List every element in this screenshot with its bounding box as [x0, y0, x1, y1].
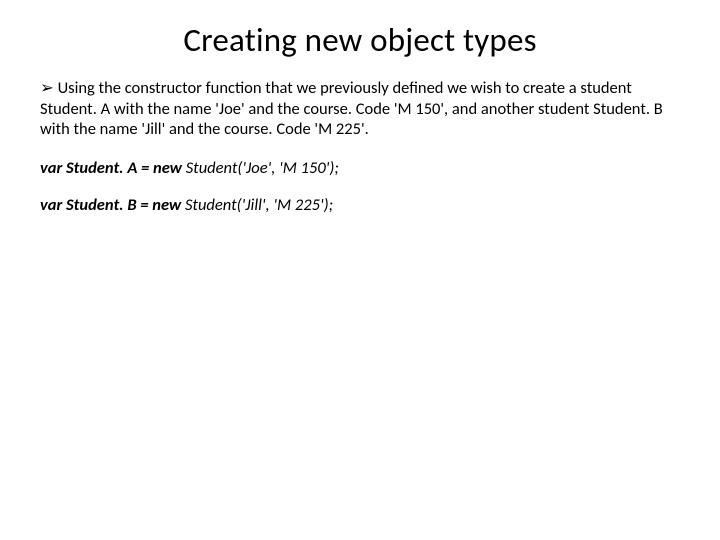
code-lead: var Student. A = new: [40, 158, 186, 178]
code-rest: Student('Joe', 'M 150');: [186, 158, 339, 178]
code-line: var Student. A = new Student('Joe', 'M 1…: [40, 158, 680, 179]
code-lead: var Student. B = new: [40, 195, 185, 215]
bullet-text: Using the constructor function that we p…: [40, 78, 663, 139]
slide: Creating new object types ➢ Using the co…: [0, 0, 720, 540]
code-line: var Student. B = new Student('Jill', 'M …: [40, 195, 680, 216]
bullet-item: ➢ Using the constructor function that we…: [40, 78, 680, 140]
slide-body: ➢ Using the constructor function that we…: [40, 78, 680, 215]
code-rest: Student('Jill', 'M 225');: [185, 195, 333, 215]
slide-title: Creating new object types: [40, 20, 680, 60]
bullet-icon: ➢: [40, 79, 54, 97]
